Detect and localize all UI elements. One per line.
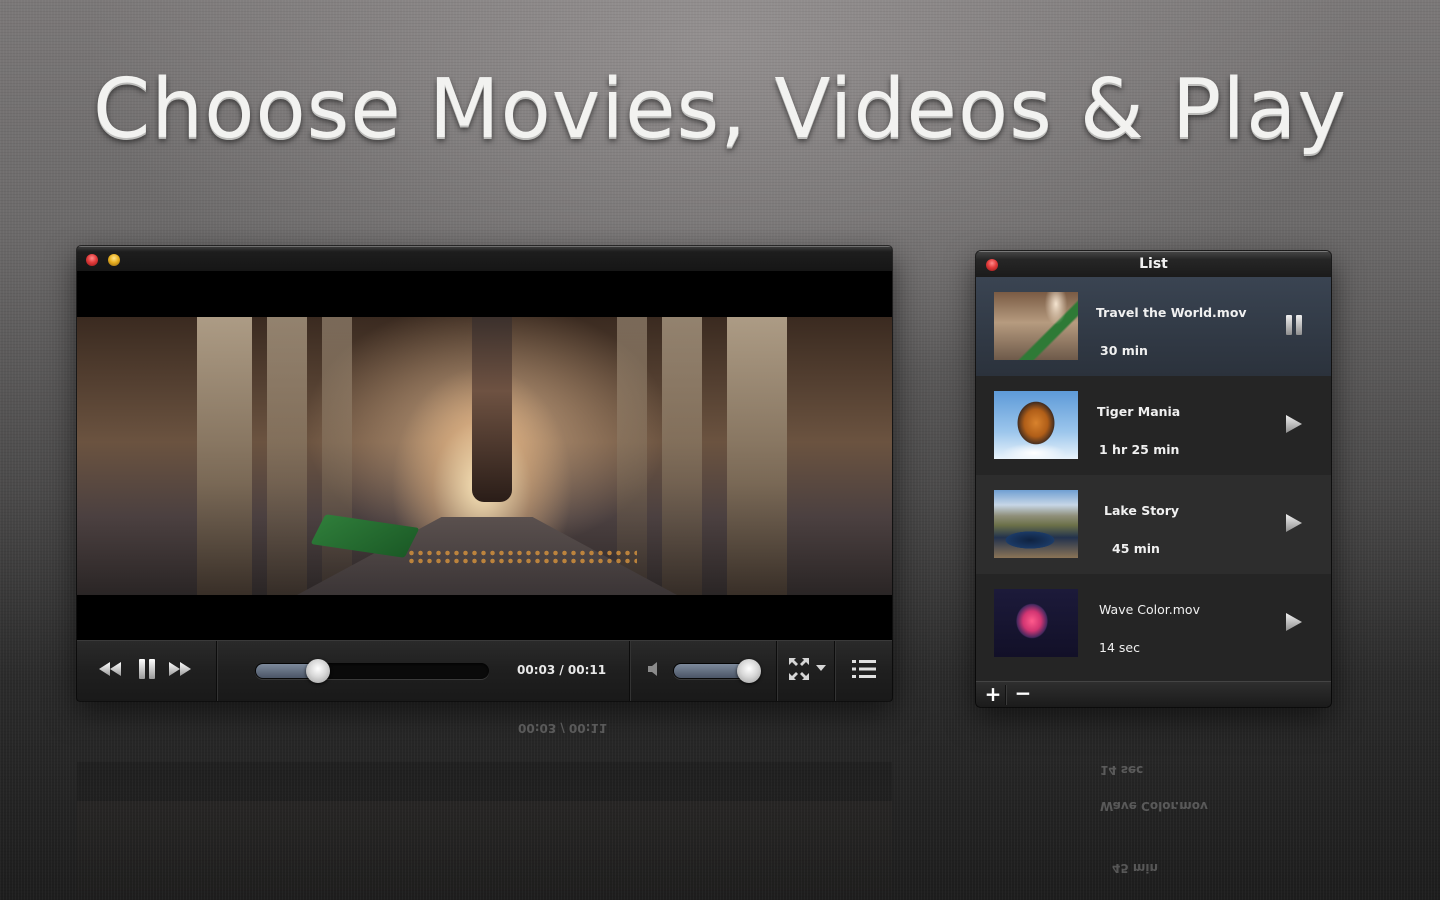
player-reflection: [77, 701, 892, 900]
item-title: Tiger Mania: [1097, 404, 1181, 419]
list-item[interactable]: Wave Color.mov 14 sec: [976, 574, 1331, 673]
video-scene-seat: [727, 317, 787, 595]
list-item[interactable]: Lake Story 45 min: [976, 475, 1331, 574]
playlist-window: List Travel the World.mov 30 min Tiger M…: [976, 251, 1331, 707]
playlist-titlebar[interactable]: List: [976, 251, 1331, 277]
video-thumbnail: [994, 391, 1078, 459]
playlist-reflection: [976, 707, 1331, 900]
seek-slider[interactable]: [255, 659, 489, 683]
rewind-icon[interactable]: [99, 662, 121, 676]
video-thumbnail: [994, 490, 1078, 558]
video-thumbnail: [994, 292, 1078, 360]
item-title: Travel the World.mov: [1096, 305, 1247, 320]
close-window-button[interactable]: [86, 254, 98, 266]
divider: [629, 641, 630, 701]
play-icon[interactable]: [1285, 513, 1303, 533]
volume-slider[interactable]: [673, 659, 761, 683]
divider: [776, 641, 777, 701]
item-duration: 45 min: [1112, 541, 1160, 556]
fullscreen-icon[interactable]: [788, 657, 828, 681]
close-window-button[interactable]: [986, 259, 998, 271]
playlist-footer: + −: [976, 681, 1331, 707]
item-title: Wave Color.mov: [1099, 602, 1200, 617]
playlist-title: List: [1139, 256, 1168, 272]
video-scene-nuts: [407, 549, 637, 565]
time-display-reflection: 00:03 / 00:11: [518, 721, 608, 735]
list-icon[interactable]: [852, 659, 876, 679]
list-item[interactable]: Travel the World.mov 30 min: [976, 277, 1331, 376]
speaker-icon[interactable]: [647, 662, 661, 676]
list-item[interactable]: Tiger Mania 1 hr 25 min: [976, 376, 1331, 475]
video-scene-seat: [197, 317, 252, 595]
fast-forward-icon[interactable]: [169, 662, 191, 676]
divider: [216, 641, 217, 701]
video-scene-seat: [662, 317, 702, 595]
time-display: 00:03 / 00:11: [517, 663, 607, 677]
item-duration: 30 min: [1100, 343, 1148, 358]
item-duration-reflection: 14 sec: [1100, 763, 1144, 777]
video-frame: [77, 317, 892, 595]
item-title-reflection: Wave Color.mov: [1100, 799, 1208, 813]
video-scene-seat: [322, 317, 352, 595]
minimize-window-button[interactable]: [108, 254, 120, 266]
video-scene-figure: [472, 317, 512, 502]
floor-reflection: 00:03 / 00:11 Wave Color.mov 14 sec 45 m…: [0, 701, 1440, 900]
divider: [1005, 685, 1006, 705]
pause-icon[interactable]: [1285, 315, 1303, 335]
chevron-down-icon: [816, 665, 826, 671]
video-scene-seat: [267, 317, 307, 595]
item-title: Lake Story: [1104, 503, 1180, 518]
play-icon[interactable]: [1285, 612, 1303, 632]
seek-slider-knob[interactable]: [306, 659, 331, 683]
player-titlebar[interactable]: [77, 246, 892, 271]
play-icon[interactable]: [1285, 414, 1303, 434]
item-duration-reflection: 45 min: [1112, 861, 1159, 875]
video-area[interactable]: [77, 271, 892, 640]
item-duration: 1 hr 25 min: [1099, 442, 1180, 457]
item-duration: 14 sec: [1099, 640, 1140, 655]
video-player-window: 00:03 / 00:11: [77, 246, 892, 701]
add-item-button[interactable]: +: [982, 683, 1004, 705]
player-controls-bar: 00:03 / 00:11: [77, 640, 892, 701]
page-headline: Choose Movies, Videos & Play: [93, 62, 1347, 157]
video-thumbnail: [994, 589, 1078, 657]
remove-item-button[interactable]: −: [1012, 683, 1034, 705]
divider: [834, 641, 835, 701]
volume-slider-knob[interactable]: [737, 659, 761, 683]
pause-icon[interactable]: [138, 659, 156, 679]
